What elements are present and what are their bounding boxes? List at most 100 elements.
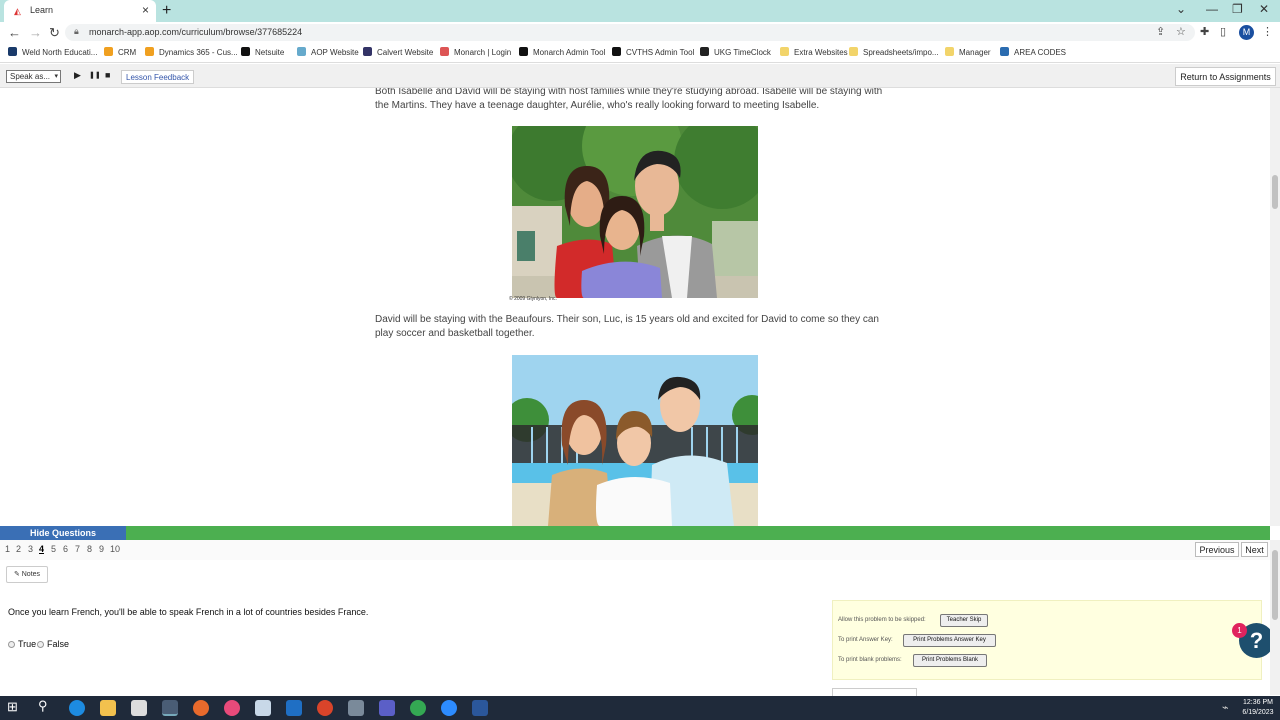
firefox-icon[interactable] [193,700,209,716]
bookmark-item[interactable]: Dynamics 365 - Cus... [145,47,238,57]
teacher-skip-button[interactable]: Teacher Skip [940,614,988,627]
question-number-9[interactable]: 9 [99,544,104,554]
windows-start-icon[interactable]: ⊞ [7,699,23,715]
outlook-icon[interactable] [286,700,302,716]
bookmark-icon [104,47,113,56]
bookmark-label: Weld North Educati... [22,48,98,57]
option-true-label[interactable]: True [18,639,36,649]
print-answer-key-button[interactable]: Print Problems Answer Key [903,634,996,647]
answer-key-label: To print Answer Key: [838,637,893,643]
bookmark-icon [8,47,17,56]
speak-as-select[interactable]: Speak as... ▾ [6,70,61,83]
app-icon[interactable] [317,700,333,716]
app-toolbar: Speak as... ▾ ▶ ❚❚ ■ Lesson Feedback Ret… [0,64,1280,88]
back-icon[interactable]: ← [8,25,21,40]
chevron-down-icon[interactable]: ⌄ [1176,2,1186,16]
question-number-3[interactable]: 3 [28,544,33,554]
bookmark-item[interactable]: Monarch Admin Tool [519,47,605,57]
true-radio[interactable] [8,641,15,648]
bookmark-icon [363,47,372,56]
extensions-icon[interactable]: ✚ [1200,25,1209,38]
bookmark-item[interactable]: UKG TimeClock [700,47,771,57]
slack-icon[interactable] [224,700,240,716]
tab-learn[interactable]: ◭ Learn × [4,0,156,22]
questions-scrollbar[interactable] [1270,540,1280,695]
lesson-paragraph: Both Isabelle and David will be staying … [375,88,883,111]
bookmark-item[interactable]: AREA CODES [1000,47,1066,57]
pause-icon[interactable]: ❚❚ [89,71,101,79]
clock-date: 6/19/2023 [1242,709,1274,716]
bookmark-item[interactable]: Weld North Educati... [8,47,97,57]
bookmark-item[interactable]: Spreadsheets/impo... [849,47,939,57]
false-radio[interactable] [37,641,44,648]
bookmark-label: Dynamics 365 - Cus... [159,48,238,57]
print-blank-button[interactable]: Print Problems Blank [913,654,987,667]
notification-badge: 1 [1232,623,1247,638]
file-explorer-icon[interactable] [100,700,116,716]
share-icon[interactable]: ⇪ [1156,25,1165,38]
play-icon[interactable]: ▶ [74,70,81,81]
option-false-label[interactable]: False [47,639,69,649]
question-text: Once you learn French, you'll be able to… [8,607,369,617]
url-text[interactable]: monarch-app.aop.com/curriculum/browse/37… [89,27,302,37]
scrollbar-thumb[interactable] [1272,175,1278,209]
more-menu-icon[interactable]: ⋮ [1262,25,1273,38]
bookmark-star-icon[interactable]: ☆ [1176,25,1186,38]
bookmark-label: Monarch | Login [454,48,512,57]
snipping-tool-icon[interactable] [255,700,271,716]
chrome-active-icon[interactable] [162,700,178,716]
edge-icon[interactable] [69,700,85,716]
bookmark-item[interactable]: CVTHS Admin Tool [612,47,694,57]
previous-button[interactable]: Previous [1195,542,1239,557]
next-button[interactable]: Next [1241,542,1268,557]
word-icon[interactable] [472,700,488,716]
return-to-assignments-button[interactable]: Return to Assignments [1175,67,1276,86]
calculator-icon[interactable] [348,700,364,716]
bookmark-item[interactable]: Extra Websites [780,47,848,57]
profile-avatar[interactable]: M [1239,25,1254,40]
new-tab-button[interactable]: + [162,2,171,20]
question-number-5[interactable]: 5 [51,544,56,554]
bookmark-icon [297,47,306,56]
stop-icon[interactable]: ■ [105,70,110,80]
bookmark-item[interactable]: AOP Website [297,47,359,57]
restore-icon[interactable]: ❐ [1232,2,1243,16]
chrome-icon[interactable] [410,700,426,716]
close-window-icon[interactable]: ✕ [1259,2,1269,16]
hide-questions-button[interactable]: Hide Questions [0,526,126,540]
reload-icon[interactable]: ↻ [49,25,60,41]
forward-icon[interactable]: → [29,25,42,40]
bookmark-item[interactable]: Monarch | Login [440,47,511,57]
question-number-6[interactable]: 6 [63,544,68,554]
side-panel-icon[interactable]: ▯ [1220,25,1226,38]
bookmark-item[interactable]: Netsuite [241,47,284,57]
close-tab-icon[interactable]: × [142,3,149,17]
bookmark-label: Calvert Website [377,48,434,57]
bookmark-label: AOP Website [311,48,359,57]
tab-title: Learn [30,5,54,15]
martin-family-illustration [512,126,758,298]
teams-icon[interactable] [379,700,395,716]
store-icon[interactable] [131,700,147,716]
url-bar[interactable]: 🔒︎ monarch-app.aop.com/curriculum/browse… [65,24,1195,41]
search-icon[interactable]: ⚲ [38,698,54,714]
network-icon[interactable]: ⌁ [1222,701,1229,714]
question-number-8[interactable]: 8 [87,544,92,554]
notes-button[interactable]: ✎ Notes [6,566,48,583]
lesson-feedback-button[interactable]: Lesson Feedback [121,70,195,84]
scrollbar-thumb[interactable] [1272,550,1278,620]
minimize-icon[interactable]: — [1206,2,1218,16]
bookmark-item[interactable]: Manager [945,47,991,57]
zoom-icon[interactable] [441,700,457,716]
question-number-7[interactable]: 7 [75,544,80,554]
bookmark-item[interactable]: Calvert Website [363,47,433,57]
partial-button[interactable] [832,688,917,696]
lesson-scrollbar[interactable] [1270,88,1280,526]
question-number-2[interactable]: 2 [16,544,21,554]
progress-bar [0,526,1270,540]
bookmark-item[interactable]: CRM [104,47,136,57]
question-number-10[interactable]: 10 [110,544,120,554]
question-number-1[interactable]: 1 [5,544,10,554]
question-number-4[interactable]: 4 [39,544,44,554]
system-clock[interactable]: 12:36 PM 6/19/2023 [1238,698,1278,718]
